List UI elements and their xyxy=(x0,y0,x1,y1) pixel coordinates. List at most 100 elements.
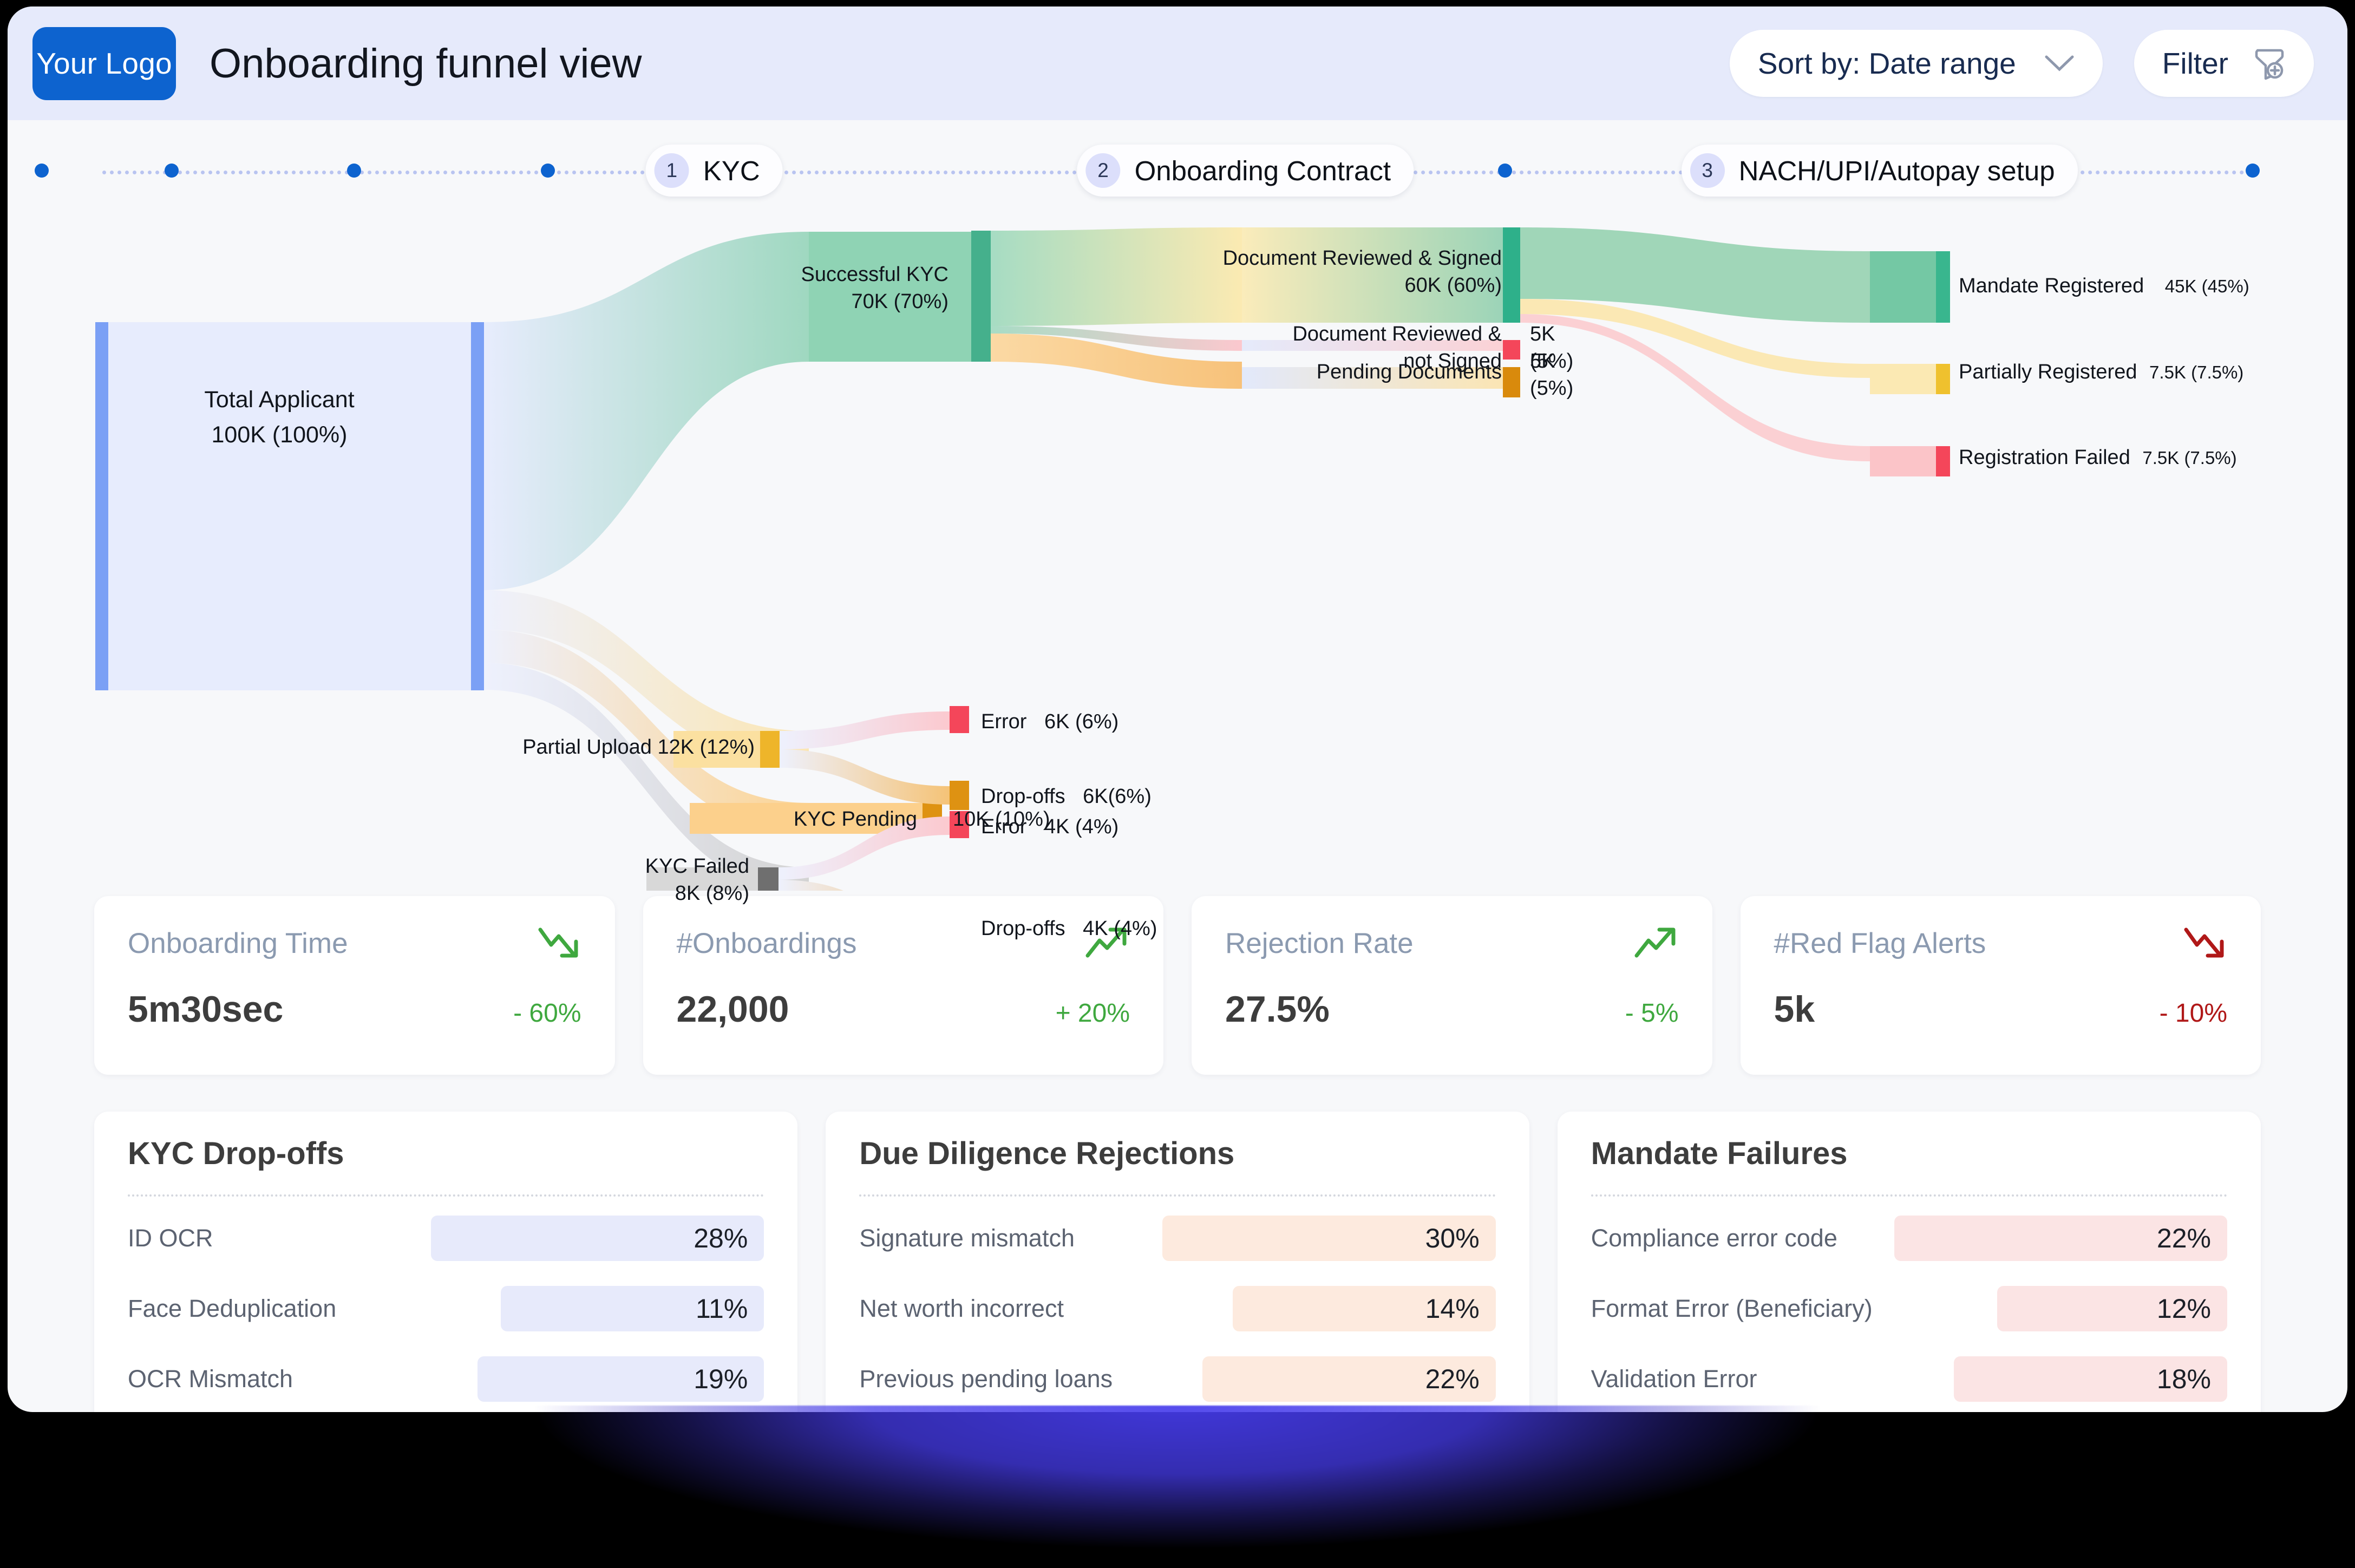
kpi-value: 5k xyxy=(1774,989,1815,1030)
list-item-bar-track: 22% xyxy=(1894,1216,2227,1261)
sankey-label-doc-signed: Document Reviewed & Signed 60K (60%) xyxy=(1222,247,1502,297)
list-item[interactable]: Face Deduplication 11% xyxy=(128,1273,764,1344)
filter-button[interactable]: Filter xyxy=(2134,30,2314,97)
kpi-card[interactable]: Onboarding Time 5m30sec - 60% xyxy=(94,896,615,1075)
app-header: Your Logo Onboarding funnel view Sort by… xyxy=(8,6,2347,120)
dashboard-frame: Your Logo Onboarding funnel view Sort by… xyxy=(8,6,2347,1412)
sankey-label-successful-kyc: Successful KYC 70K (70%) xyxy=(801,263,948,313)
stepper-number: 2 xyxy=(1085,153,1121,188)
kpi-value: 22,000 xyxy=(676,989,789,1030)
list-item-value: 12% xyxy=(2156,1293,2211,1324)
node-total-left xyxy=(95,322,108,690)
filter-funnel-icon xyxy=(2255,49,2284,80)
panel-title: Due Diligence Rejections xyxy=(859,1136,1235,1171)
list-item-value: 30% xyxy=(1425,1223,1480,1253)
filter-label: Filter xyxy=(2162,47,2228,80)
kpi-body: 22,000 + 20% xyxy=(677,988,1130,1030)
list-item-label: Compliance error code xyxy=(1591,1224,1837,1252)
list-item-bar-track: 14% xyxy=(1162,1286,1496,1331)
list-item-label: Validation Error xyxy=(1591,1365,1757,1393)
sankey-label-dropoffs-1: Drop-offs 6K(6%) xyxy=(981,785,1152,808)
kpi-card[interactable]: #Red Flag Alerts 5k - 10% xyxy=(1740,896,2261,1075)
list-item-value: 22% xyxy=(1425,1364,1480,1394)
stepper-chip-3[interactable]: 3 NACH/UPI/Autopay setup xyxy=(1681,145,2078,197)
list-item-bar: 22% xyxy=(1894,1216,2227,1261)
list-item-bar: 11% xyxy=(501,1286,764,1331)
node-partial-upload xyxy=(760,731,780,768)
sort-by-dropdown[interactable]: Sort by: Date range xyxy=(1729,30,2103,97)
breakdown-panel: Mandate Failures Compliance error code 22%… xyxy=(1557,1112,2261,1412)
list-item-value: 22% xyxy=(2156,1223,2211,1253)
kpi-delta: - 10% xyxy=(2159,999,2227,1028)
kpi-header: Onboarding Time xyxy=(128,924,581,962)
kpi-body: 5k - 10% xyxy=(1774,988,2228,1030)
kpi-value: 27.5% xyxy=(1225,989,1330,1030)
list-item[interactable]: Validation Error 18% xyxy=(1591,1344,2227,1412)
list-item[interactable]: Previous pending loans 22% xyxy=(859,1344,1496,1412)
list-item-value: 11% xyxy=(695,1293,748,1324)
list-item-bar-track: 30% xyxy=(1162,1216,1496,1261)
sankey-label-error-2: Error 4K (4%) xyxy=(981,815,1119,838)
sankey-label-registration-failed: Registration Failed 7.5K (7.5%) xyxy=(1959,446,2237,469)
list-item-bar: 12% xyxy=(1997,1286,2227,1331)
chevron-down-icon xyxy=(2045,55,2074,71)
list-item[interactable]: Signature mismatch 30% xyxy=(859,1203,1496,1273)
kpi-card[interactable]: Rejection Rate 27.5% - 5% xyxy=(1192,896,1712,1075)
screen-glow xyxy=(447,1406,1908,1568)
sankey-label-partially-registered: Partially Registered 7.5K (7.5%) xyxy=(1959,361,2244,383)
list-item-bar-track: 28% xyxy=(431,1216,764,1261)
trend-down-icon xyxy=(538,927,578,958)
logo[interactable]: Your Logo xyxy=(32,27,176,100)
sankey-label-error-1: Error 6K (6%) xyxy=(981,710,1119,733)
list-item[interactable]: Compliance error code 22% xyxy=(1591,1203,2227,1273)
kpi-header: #Red Flag Alerts xyxy=(1774,924,2228,962)
node-doc-signed xyxy=(1503,227,1520,323)
list-item-bar-track: 19% xyxy=(431,1356,764,1402)
sankey-label-dropoffs-2: Drop-offs 4K (4%) xyxy=(981,917,1157,940)
list-item-bar: 18% xyxy=(1954,1356,2227,1402)
sankey-value-doc-pending: 5K (5%) xyxy=(1530,350,1574,400)
list-item-value: 14% xyxy=(1425,1293,1480,1324)
list-item[interactable]: Format Error (Beneficiary) 12% xyxy=(1591,1273,2227,1344)
sankey-label-kyc-pending: KYC Pending xyxy=(793,808,917,831)
list-item-bar: 22% xyxy=(1202,1356,1496,1402)
sankey-label-doc-pending: Pending Documents xyxy=(1316,361,1502,383)
stepper-number: 3 xyxy=(1690,153,1725,188)
stepper-dot-3 xyxy=(346,164,361,178)
node-mandate-fail xyxy=(1936,446,1950,476)
kpi-value: 5m30sec xyxy=(128,989,284,1030)
list-item[interactable]: OCR Mismatch 19% xyxy=(128,1344,764,1412)
sankey-label-total: Total Applicant 100K (100%) xyxy=(204,387,355,448)
stepper-label: Onboarding Contract xyxy=(1134,155,1391,186)
node-doc-pending xyxy=(1503,367,1520,397)
breakdown-panel: Due Diligence Rejections Signature mismat… xyxy=(826,1112,1529,1412)
panel-title: KYC Drop-offs xyxy=(128,1136,344,1171)
breakdown-panel: KYC Drop-offs ID OCR 28% Face Deduplication… xyxy=(94,1112,798,1412)
list-item[interactable]: Net worth incorrect 14% xyxy=(859,1273,1496,1344)
list-item-label: Previous pending loans xyxy=(859,1365,1113,1393)
stepper-chip-1[interactable]: 1 KYC xyxy=(645,145,783,197)
list-item-value: 28% xyxy=(694,1223,748,1253)
kpi-delta: + 20% xyxy=(1055,999,1130,1028)
list-item-value: 18% xyxy=(2156,1364,2211,1394)
kpi-header: Rejection Rate xyxy=(1225,924,1679,962)
stepper-dot-end xyxy=(2246,164,2260,178)
panel-list: ID OCR 28% Face Deduplication 11% OCR Mismat… xyxy=(128,1197,764,1412)
list-item-bar-track: 22% xyxy=(1162,1356,1496,1402)
kpi-title: Onboarding Time xyxy=(128,927,348,959)
node-mandate-ok xyxy=(1936,251,1950,323)
node-total-right xyxy=(471,322,484,690)
kpi-delta: - 5% xyxy=(1625,999,1679,1028)
list-item[interactable]: ID OCR 28% xyxy=(128,1203,764,1273)
kpi-delta: - 60% xyxy=(513,999,581,1028)
list-item-value: 19% xyxy=(694,1364,748,1394)
list-item-label: Signature mismatch xyxy=(859,1224,1075,1252)
sort-by-label: Sort by: Date range xyxy=(1757,47,2016,80)
list-item-bar-track: 12% xyxy=(1894,1286,2227,1331)
panel-list: Compliance error code 22% Format Error (Be… xyxy=(1591,1197,2227,1412)
node-error-1 xyxy=(950,706,969,733)
kpi-title: #Red Flag Alerts xyxy=(1774,927,1986,959)
sankey-label-mandate-registered: Mandate Registered 45K (45%) xyxy=(1959,275,2249,297)
trend-down-icon xyxy=(2184,927,2224,958)
stepper-chip-2[interactable]: 2 Onboarding Contract xyxy=(1077,145,1414,197)
